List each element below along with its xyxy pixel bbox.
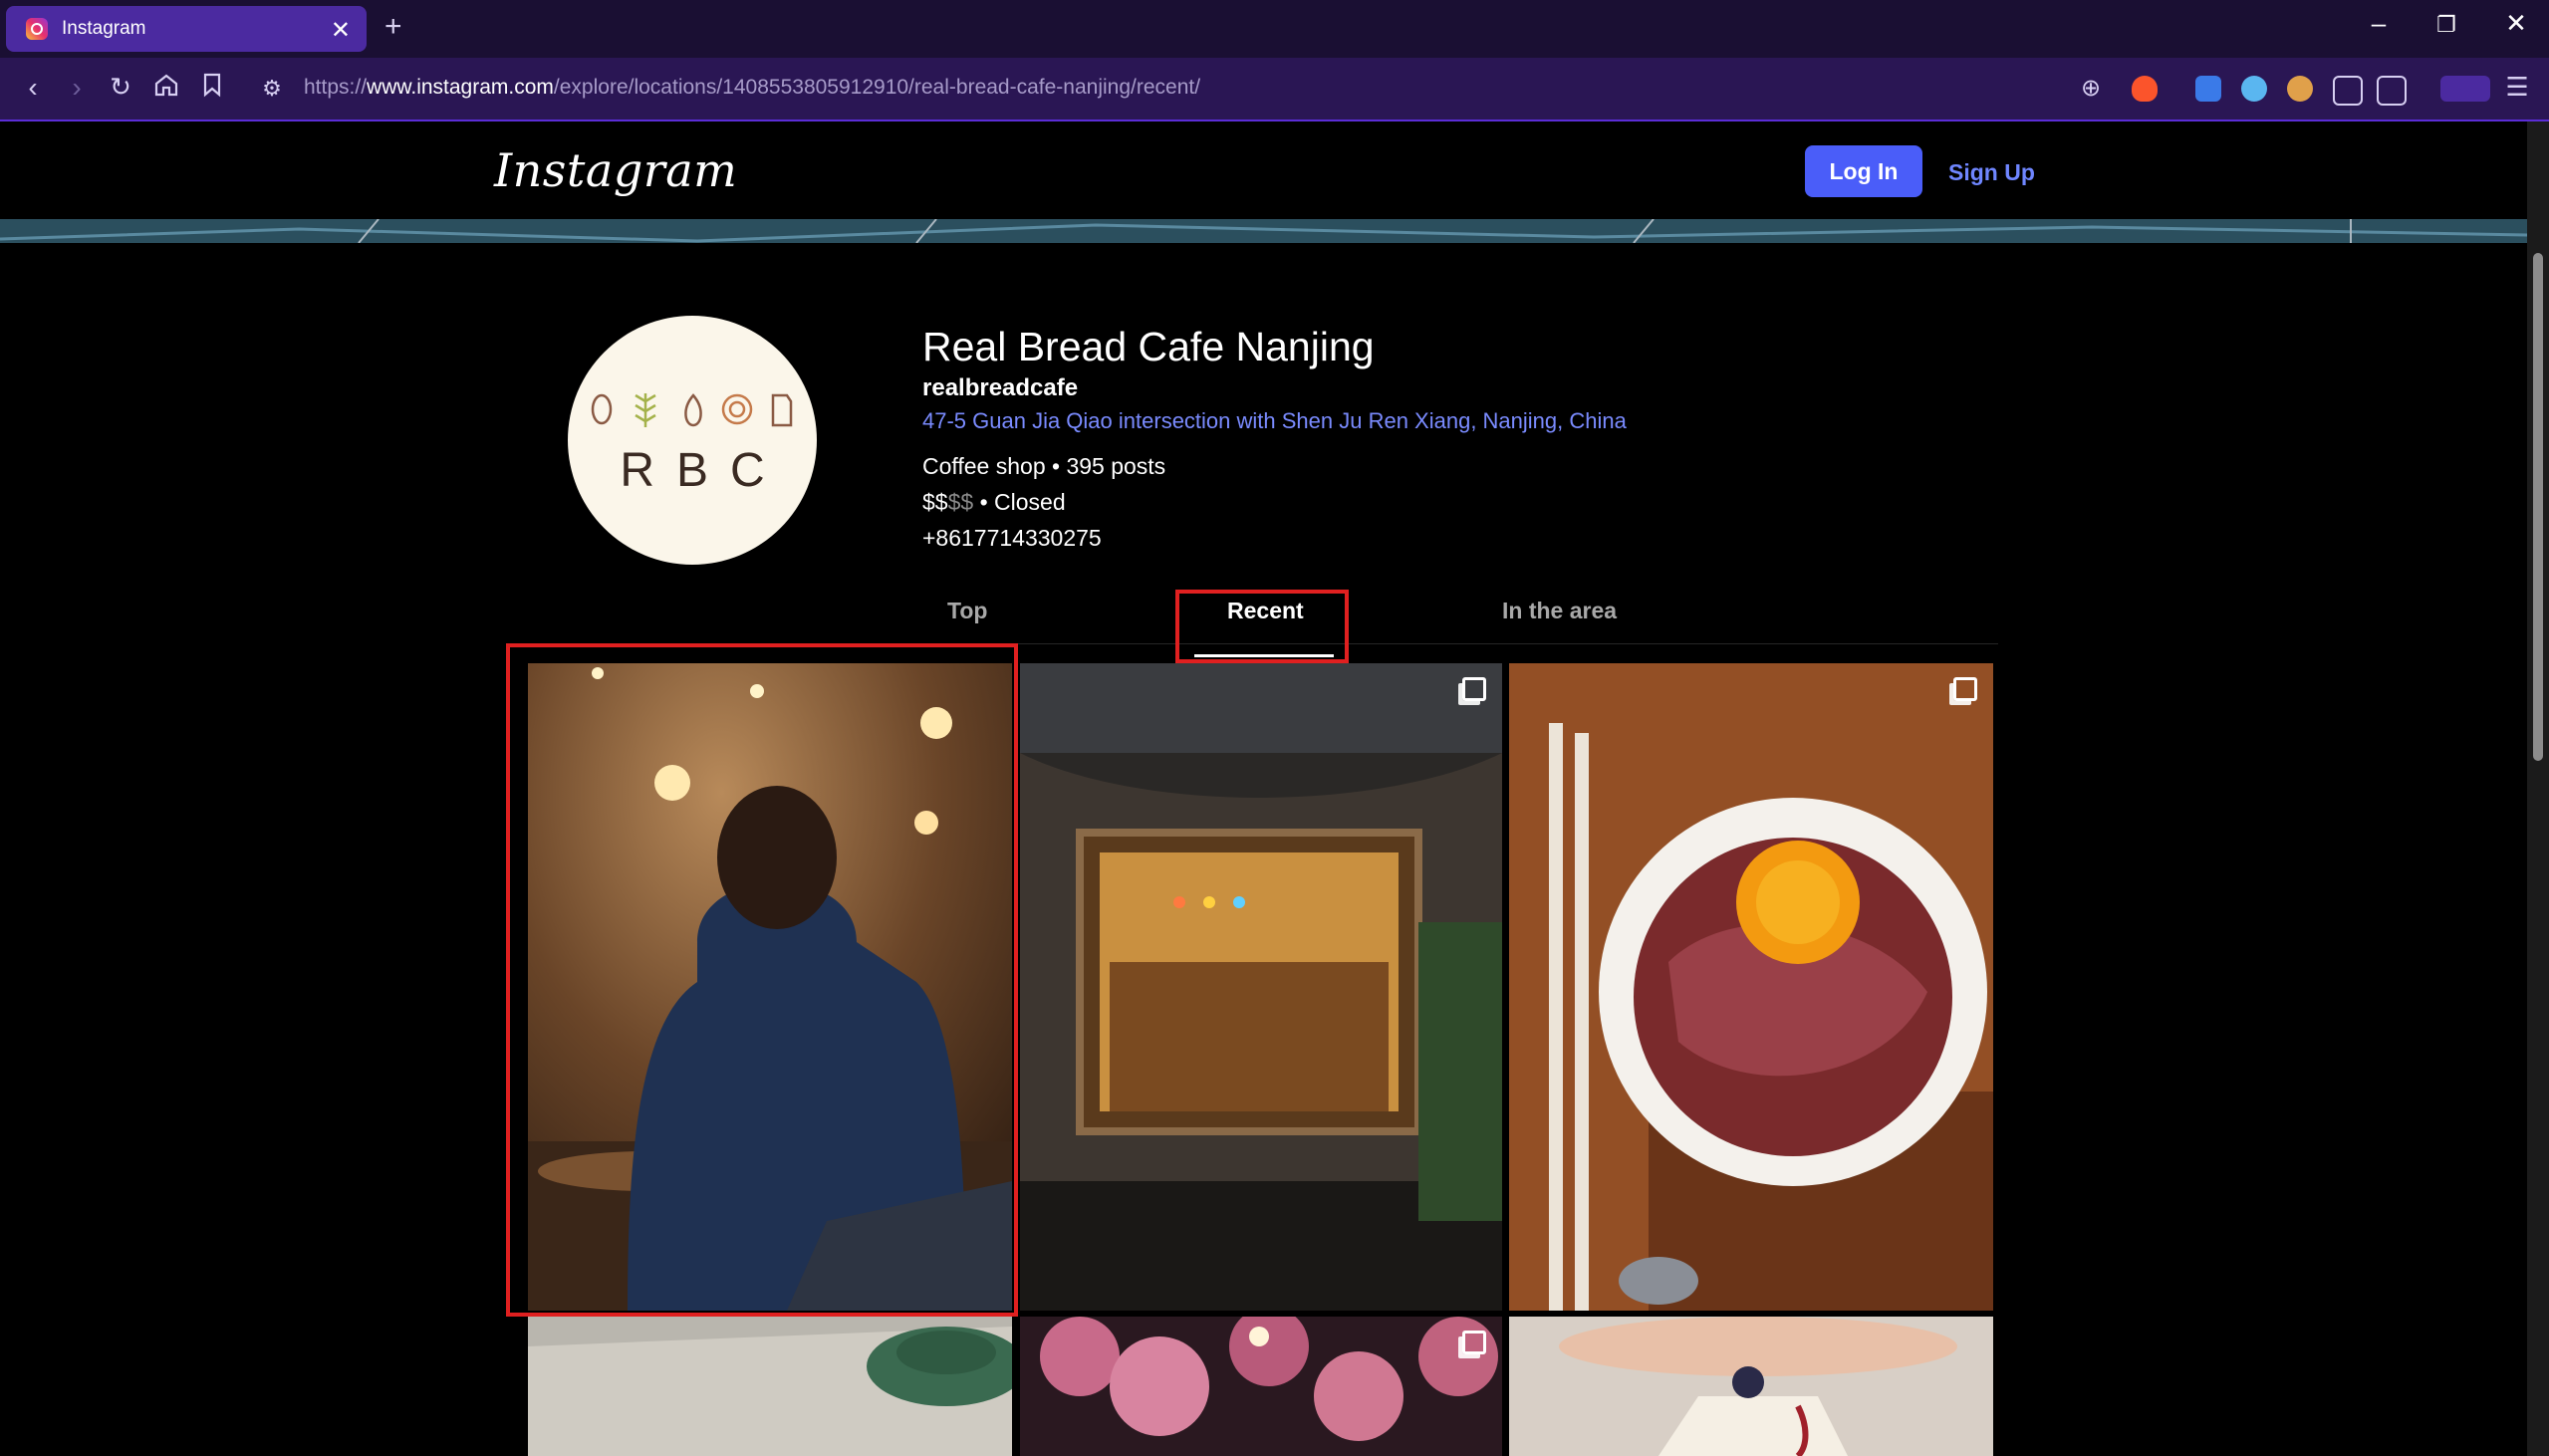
post-thumbnail[interactable] xyxy=(1020,1317,1502,1456)
tab-top[interactable]: Top xyxy=(947,598,987,624)
close-window-icon[interactable]: ✕ xyxy=(2496,8,2536,39)
page-scrollbar[interactable] xyxy=(2527,121,2549,1456)
reload-icon[interactable]: ↻ xyxy=(104,72,137,103)
translate-extension-icon[interactable] xyxy=(2195,76,2221,102)
instagram-header: Instagram Log In Sign Up xyxy=(0,121,2527,219)
location-avatar: RBC xyxy=(568,316,817,565)
recent-tab-highlight xyxy=(1175,590,1349,663)
post-thumbnail[interactable] xyxy=(1509,1317,1993,1456)
url-domain: www.instagram.com xyxy=(367,76,554,99)
location-address-link[interactable]: 47-5 Guan Jia Qiao intersection with She… xyxy=(922,408,1627,434)
location-phone: +8617714330275 xyxy=(922,525,1102,551)
zoom-icon[interactable]: ⊕ xyxy=(2074,74,2108,103)
price-level-active: $$ xyxy=(922,489,948,515)
login-button[interactable]: Log In xyxy=(1805,145,1922,197)
restore-icon[interactable]: ❐ xyxy=(2426,12,2466,38)
carousel-icon xyxy=(1462,677,1486,701)
home-icon[interactable] xyxy=(149,72,183,105)
carousel-icon xyxy=(1953,677,1977,701)
extension-circle-icon[interactable] xyxy=(2241,76,2267,102)
post-thumbnail[interactable] xyxy=(528,1317,1012,1456)
new-tab-icon[interactable]: + xyxy=(384,10,402,44)
scrollbar-thumb[interactable] xyxy=(2533,253,2543,761)
location-price-status: $$$$ • Closed xyxy=(922,489,1066,516)
instagram-logo[interactable]: Instagram xyxy=(494,143,737,197)
selected-post-highlight xyxy=(506,643,1018,1317)
post-image-blossoms xyxy=(1020,1317,1502,1456)
tab-title: Instagram xyxy=(62,18,146,39)
post-thumbnail[interactable] xyxy=(1509,663,1993,1311)
carousel-icon xyxy=(1462,1331,1486,1354)
instagram-favicon-icon xyxy=(26,18,48,40)
minimize-icon[interactable]: – xyxy=(2359,8,2399,39)
avatar-monogram: RBC xyxy=(620,444,787,497)
browser-tab-bar: Instagram ✕ + – ❐ ✕ xyxy=(0,0,2549,58)
address-bar[interactable]: https://www.instagram.com/explore/locati… xyxy=(304,76,1200,100)
page-content: Instagram Log In Sign Up RBC Real Bread … xyxy=(0,121,2527,1456)
browser-tab[interactable]: Instagram ✕ xyxy=(6,6,367,52)
post-image-cafe-table xyxy=(528,1317,1012,1456)
cookie-extension-icon[interactable] xyxy=(2287,76,2313,102)
bookmark-icon[interactable] xyxy=(195,72,229,105)
location-category-posts: Coffee shop • 395 posts xyxy=(922,453,1166,479)
location-name: Real Bread Cafe Nanjing xyxy=(922,324,1375,369)
price-level-inactive: $$ xyxy=(947,489,974,515)
location-map[interactable] xyxy=(0,218,2527,244)
rbc-logo-icon xyxy=(591,393,793,427)
close-tab-icon[interactable]: ✕ xyxy=(331,16,351,45)
brave-shield-icon[interactable] xyxy=(2132,76,2158,102)
site-info-icon[interactable]: ⚙ xyxy=(255,76,289,102)
signup-link[interactable]: Sign Up xyxy=(1948,159,2035,186)
location-status: • Closed xyxy=(973,489,1066,515)
post-thumbnail[interactable] xyxy=(1020,663,1502,1311)
tab-in-the-area[interactable]: In the area xyxy=(1502,598,1617,624)
wallet-icon[interactable] xyxy=(2440,76,2490,102)
location-username[interactable]: realbreadcafe xyxy=(922,374,1078,402)
url-path: /explore/locations/1408553805912910/real… xyxy=(553,76,1201,99)
menu-icon[interactable]: ☰ xyxy=(2500,72,2534,103)
back-icon[interactable]: ‹ xyxy=(16,72,50,104)
url-prefix: https:// xyxy=(304,76,368,99)
post-image-cake xyxy=(1509,1317,1993,1456)
sidebar-icon[interactable] xyxy=(2377,76,2407,106)
post-image-cafe-storefront xyxy=(1020,663,1502,1311)
forward-icon[interactable]: › xyxy=(60,72,94,104)
post-image-beef-bowl xyxy=(1509,663,1993,1311)
extensions-puzzle-icon[interactable] xyxy=(2333,76,2363,106)
browser-toolbar: ‹ › ↻ ⚙ https://www.instagram.com/explor… xyxy=(0,58,2549,121)
